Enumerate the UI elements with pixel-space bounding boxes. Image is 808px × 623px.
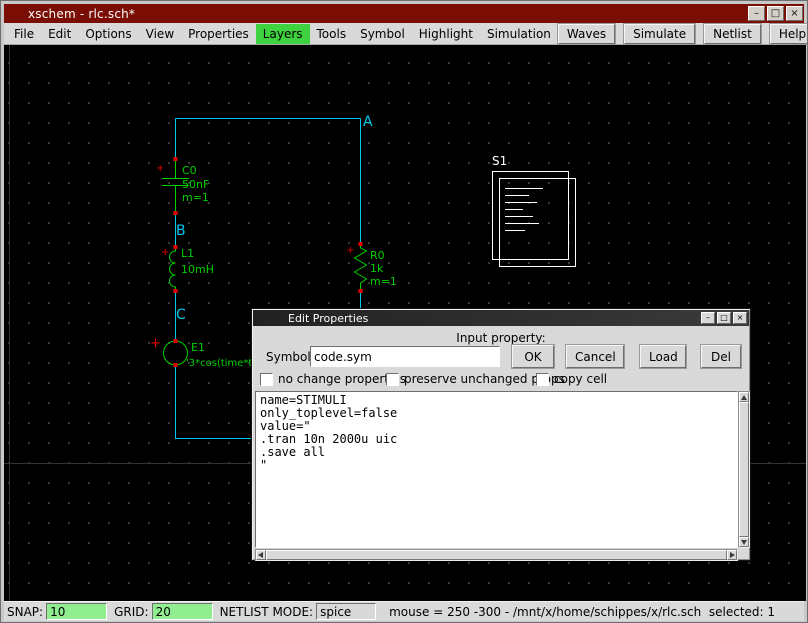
dialog-controls: – □ ×: [701, 312, 749, 324]
vertical-scrollbar[interactable]: [738, 391, 750, 548]
node-label-b[interactable]: B: [176, 223, 186, 239]
dialog-minimize-icon[interactable]: –: [701, 312, 715, 324]
pin-marker: [359, 242, 363, 246]
copy-cell-group: copy cell: [536, 371, 607, 387]
menu-item-layers[interactable]: Layers: [256, 24, 310, 44]
scroll-down-icon[interactable]: [739, 537, 749, 547]
plus-icon: +: [156, 163, 164, 174]
maximize-icon[interactable]: □: [767, 6, 784, 21]
waves-button[interactable]: Waves: [558, 24, 615, 44]
plus-icon: +: [161, 247, 169, 258]
stimuli-block-text-lines: [505, 189, 543, 231]
scroll-left-icon[interactable]: [256, 550, 266, 560]
resistor-mult: m=1: [370, 275, 397, 288]
menu-item-highlight[interactable]: Highlight: [412, 24, 480, 44]
simulate-button[interactable]: Simulate: [624, 24, 695, 44]
copy-cell-checkbox[interactable]: [536, 373, 549, 386]
no-change-properties-group: no change properties: [260, 371, 406, 387]
source-name: E1: [191, 341, 205, 354]
grid-input[interactable]: 20: [152, 603, 213, 620]
edit-properties-dialog: Edit Properties – □ × Input property: Sy…: [251, 308, 751, 561]
plus-icon: +: [150, 336, 161, 351]
dialog-close-icon[interactable]: ×: [733, 312, 747, 324]
ok-button[interactable]: OK: [512, 345, 554, 368]
capacitor-value: 50nF: [182, 178, 209, 191]
dialog-titlebar[interactable]: Edit Properties – □ ×: [253, 310, 749, 326]
netlist-mode-label: NETLIST MODE:: [220, 605, 314, 619]
node-labels: A B C: [176, 114, 373, 323]
window-titlebar[interactable]: xschem - rlc.sch* – □ ×: [4, 4, 804, 23]
pin-marker: [174, 211, 178, 215]
menu-item-view[interactable]: View: [139, 24, 181, 44]
help-button[interactable]: Help: [770, 24, 808, 44]
symbol-input[interactable]: [310, 346, 500, 367]
close-icon[interactable]: ×: [786, 6, 803, 21]
menu-item-edit[interactable]: Edit: [41, 24, 78, 44]
preserve-unchanged-props-checkbox[interactable]: [386, 373, 399, 386]
pin-marker: [174, 245, 178, 249]
dialog-title: Edit Properties: [288, 312, 368, 325]
voltage-source-symbol[interactable]: [164, 341, 188, 365]
copy-cell-label: copy cell: [554, 372, 607, 386]
menu-item-tools[interactable]: Tools: [310, 24, 354, 44]
scroll-right-icon[interactable]: [727, 550, 737, 560]
pin-marker: [174, 289, 178, 293]
window-title: xschem - rlc.sch*: [28, 7, 135, 21]
resistor-value: 1k: [370, 262, 384, 275]
voltage-source-circle: [164, 341, 188, 365]
cancel-button[interactable]: Cancel: [566, 345, 624, 368]
snap-label: SNAP:: [7, 605, 43, 619]
dialog-maximize-icon[interactable]: □: [717, 312, 731, 324]
window-controls: – □ ×: [748, 6, 804, 21]
capacitor-mult: m=1: [182, 191, 209, 204]
pin-marker: [359, 289, 363, 293]
inductor-shape: [170, 247, 176, 291]
source-value: '3*cos(time*ti: [186, 358, 255, 369]
snap-input[interactable]: 10: [46, 603, 107, 620]
no-change-properties-checkbox[interactable]: [260, 373, 273, 386]
vertical-scrollbar-thumb[interactable]: [739, 402, 749, 537]
grid-label: GRID:: [114, 605, 148, 619]
menu-item-properties[interactable]: Properties: [181, 24, 256, 44]
inductor-name: L1: [181, 247, 194, 260]
menu-item-simulation[interactable]: Simulation: [480, 24, 558, 44]
input-property-label: Input property:: [252, 331, 750, 345]
menubar: File Edit Options View Properties Layers…: [4, 23, 804, 45]
mouse-status-text: mouse = 250 -300 - /mnt/x/home/schippes/…: [389, 605, 775, 619]
xschem-window: xschem - rlc.sch* – □ × File Edit Option…: [0, 0, 808, 623]
stimuli-block-outline-front: [500, 179, 576, 267]
menu-item-file[interactable]: File: [7, 24, 41, 44]
stimuli-block[interactable]: S1: [492, 154, 576, 267]
inductor-symbol[interactable]: [170, 247, 176, 291]
scroll-up-icon[interactable]: [739, 392, 749, 402]
statusbar: SNAP: 10 GRID: 20 NETLIST MODE: spice mo…: [4, 601, 804, 621]
horizontal-scrollbar-thumb[interactable]: [266, 550, 727, 560]
menu-item-options[interactable]: Options: [78, 24, 138, 44]
netlist-mode-input[interactable]: spice: [316, 603, 376, 620]
plus-icon: +: [346, 245, 354, 256]
pin-marker: [174, 363, 178, 367]
menu-item-symbol[interactable]: Symbol: [353, 24, 412, 44]
minimize-icon[interactable]: –: [748, 6, 765, 21]
capacitor-name: C0: [182, 164, 197, 177]
menubar-buttons: Waves Simulate Netlist Help: [558, 24, 808, 44]
node-label-c[interactable]: C: [176, 307, 186, 323]
inductor-value: 10mH: [181, 263, 214, 276]
pin-marker: [174, 157, 178, 161]
del-button[interactable]: Del: [701, 345, 741, 368]
node-label-a[interactable]: A: [363, 114, 373, 130]
netlist-button[interactable]: Netlist: [704, 24, 761, 44]
stimuli-block-name: S1: [492, 154, 507, 168]
load-button[interactable]: Load: [640, 345, 686, 368]
resistor-name: R0: [370, 249, 385, 262]
horizontal-scrollbar[interactable]: [255, 549, 738, 561]
resistor-shape: [355, 244, 367, 291]
resistor-symbol[interactable]: [355, 244, 367, 291]
schematic-canvas[interactable]: + + + + A B C C0 50nF m=1 L1 10mH E1 '3*…: [4, 45, 806, 601]
symbol-label: Symbol: [266, 350, 311, 364]
stimuli-block-outline-back: [493, 172, 569, 260]
property-textarea[interactable]: name=STIMULI only_toplevel=false value="…: [255, 391, 738, 548]
pin-marker: [174, 339, 178, 343]
